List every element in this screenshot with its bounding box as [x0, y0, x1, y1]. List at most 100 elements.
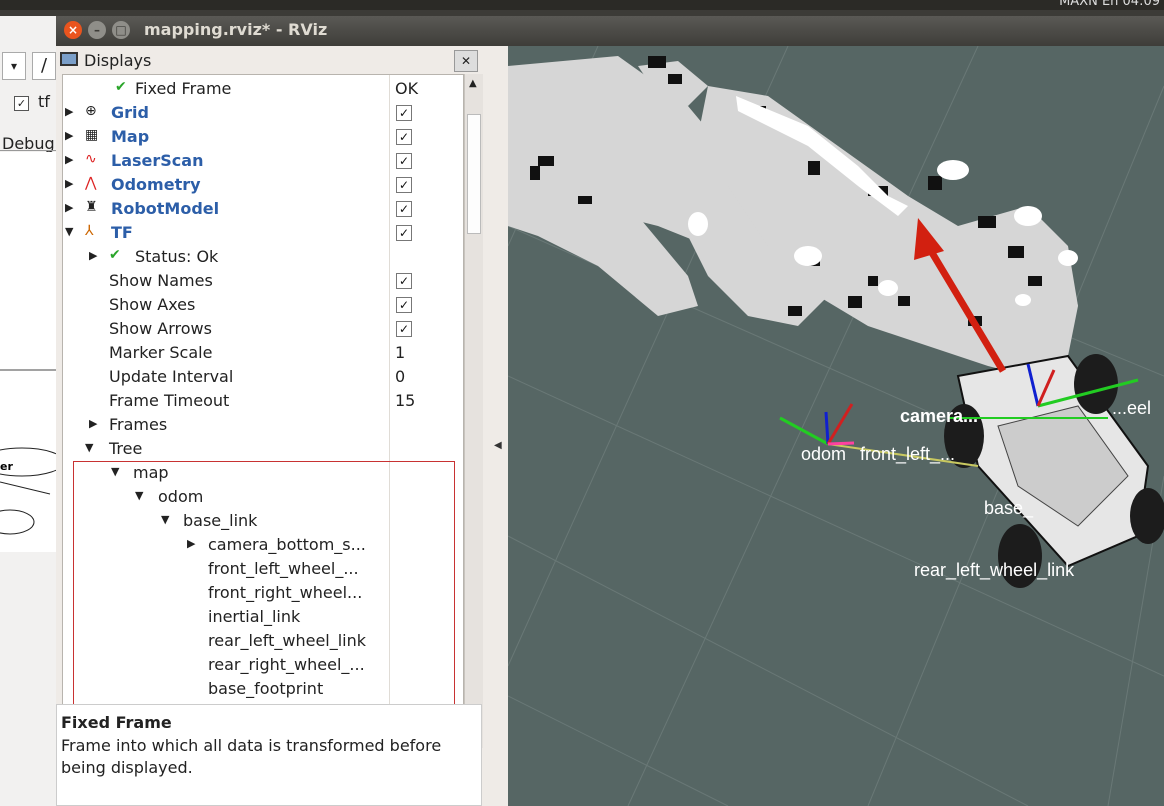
expand-arrow-icon[interactable]: ▶	[65, 153, 73, 166]
row-map[interactable]: ▶ ▦ Map ✓	[63, 125, 463, 148]
frames-label: Frames	[109, 415, 168, 434]
frame-timeout-label: Frame Timeout	[109, 391, 230, 410]
window-minimize-button[interactable]: –	[88, 21, 106, 39]
map-render	[508, 46, 1164, 806]
tf-label: TF	[111, 223, 133, 242]
graph-view: er	[0, 152, 65, 552]
highlight-box	[73, 461, 455, 731]
update-interval-value[interactable]: 0	[395, 367, 405, 386]
collapse-left-icon[interactable]: ◀	[494, 440, 502, 451]
map-checkbox[interactable]: ✓	[396, 129, 412, 145]
row-robotmodel[interactable]: ▶ ♜ RobotModel ✓	[63, 197, 463, 220]
displays-title: Displays	[84, 51, 152, 70]
expand-arrow-icon[interactable]: ▶	[89, 417, 97, 430]
scroll-up-icon[interactable]: ▲	[469, 78, 477, 89]
row-frame-timeout[interactable]: Frame Timeout 15	[63, 389, 463, 412]
odometry-label: Odometry	[111, 175, 201, 194]
show-arrows-checkbox[interactable]: ✓	[396, 321, 412, 337]
tf-checkbox[interactable]: ✓	[14, 96, 29, 111]
tf-icon: ⅄	[85, 223, 94, 239]
displays-header: Displays ✕	[56, 46, 482, 74]
description-box: Fixed Frame Frame into which all data is…	[56, 704, 482, 806]
front-left-frame-label: front_left_...	[860, 444, 956, 464]
map-icon: ▦	[85, 127, 99, 143]
camera-frame-label: camera...	[900, 406, 979, 426]
panel-close-button[interactable]: ✕	[454, 50, 478, 72]
status-label: Status: Ok	[135, 247, 219, 266]
check-ok-icon: ✔	[109, 247, 121, 263]
background-app: ▾ / ✓ tf Debug er	[0, 16, 65, 806]
show-names-label: Show Names	[109, 271, 213, 290]
map-label: Map	[111, 127, 150, 146]
scroll-thumb[interactable]	[467, 114, 481, 234]
top-panel: MAXN En 04:09	[0, 0, 1164, 10]
fixed-frame-label: Fixed Frame	[135, 79, 232, 98]
row-grid[interactable]: ▶ ⊕ Grid ✓	[63, 101, 463, 124]
row-status[interactable]: ▶ ✔ Status: Ok	[63, 245, 463, 268]
window-maximize-button[interactable]: □	[112, 21, 130, 39]
fixed-frame-value[interactable]: OK	[395, 79, 418, 98]
laserscan-label: LaserScan	[111, 151, 204, 170]
laserscan-checkbox[interactable]: ✓	[396, 153, 412, 169]
row-fixed-frame[interactable]: ✔ Fixed Frame OK	[63, 77, 463, 100]
description-body: Frame into which all data is transformed…	[61, 736, 442, 777]
row-update-interval[interactable]: Update Interval 0	[63, 365, 463, 388]
odom-frame-label: odom	[801, 444, 847, 464]
window-title: mapping.rviz* - RViz	[144, 20, 328, 39]
displays-panel: Displays ✕ ✔ Fixed Frame OK ▶ ⊕ Grid ✓ ▶…	[56, 46, 488, 806]
monitor-icon	[60, 52, 78, 66]
rear-left-frame-label: rear_left_wheel_link	[914, 560, 1075, 580]
topic-combo[interactable]: ▾	[2, 52, 26, 80]
expand-arrow-icon[interactable]: ▶	[65, 201, 73, 214]
show-names-checkbox[interactable]: ✓	[396, 273, 412, 289]
marker-scale-value[interactable]: 1	[395, 343, 405, 362]
check-ok-icon: ✔	[115, 79, 127, 95]
marker-scale-label: Marker Scale	[109, 343, 213, 362]
show-axes-label: Show Axes	[109, 295, 196, 314]
svg-text:er: er	[0, 460, 13, 473]
laserscan-icon: ∿	[85, 151, 97, 167]
odometry-checkbox[interactable]: ✓	[396, 177, 412, 193]
wheel-frame-label: ...eel	[1112, 398, 1152, 418]
robotmodel-label: RobotModel	[111, 199, 220, 218]
tf-checkbox[interactable]: ✓	[396, 225, 412, 241]
show-arrows-label: Show Arrows	[109, 319, 212, 338]
expand-arrow-icon[interactable]: ▶	[65, 105, 73, 118]
row-marker-scale[interactable]: Marker Scale 1	[63, 341, 463, 364]
row-tree[interactable]: ▼ Tree	[63, 437, 463, 460]
row-laserscan[interactable]: ▶ ∿ LaserScan ✓	[63, 149, 463, 172]
update-interval-label: Update Interval	[109, 367, 234, 386]
expand-arrow-icon[interactable]: ▶	[65, 129, 73, 142]
description-title: Fixed Frame	[61, 713, 172, 732]
window-titlebar[interactable]: × – □ mapping.rviz* - RViz	[56, 16, 1164, 46]
base-frame-label: base_	[984, 498, 1034, 518]
grid-checkbox[interactable]: ✓	[396, 105, 412, 121]
row-odometry[interactable]: ▶ ⋀ Odometry ✓	[63, 173, 463, 196]
expand-arrow-icon[interactable]: ▶	[89, 249, 97, 262]
row-show-names[interactable]: Show Names ✓	[63, 269, 463, 292]
divider	[0, 150, 56, 151]
tree-scrollbar[interactable]: ▲ ▼	[464, 74, 483, 748]
panel-splitter[interactable]: ◀	[488, 46, 508, 806]
row-show-axes[interactable]: Show Axes ✓	[63, 293, 463, 316]
grid-label: Grid	[111, 103, 149, 122]
row-frames[interactable]: ▶ Frames	[63, 413, 463, 436]
robot-icon: ♜	[85, 199, 98, 215]
grid-icon: ⊕	[85, 103, 97, 119]
robotmodel-checkbox[interactable]: ✓	[396, 201, 412, 217]
tree-label: Tree	[109, 439, 143, 458]
tf-label: tf	[38, 92, 50, 111]
row-tf[interactable]: ▼ ⅄ TF ✓	[63, 221, 463, 244]
odometry-icon: ⋀	[85, 175, 97, 191]
system-tray: MAXN En 04:09	[1059, 0, 1160, 9]
expand-arrow-icon[interactable]: ▶	[65, 177, 73, 190]
row-show-arrows[interactable]: Show Arrows ✓	[63, 317, 463, 340]
collapse-arrow-icon[interactable]: ▼	[65, 225, 73, 238]
frame-timeout-value[interactable]: 15	[395, 391, 415, 410]
3d-viewport[interactable]: odom front_left_... camera... ...eel bas…	[508, 46, 1164, 806]
namespace-field[interactable]: /	[32, 52, 56, 80]
window-close-button[interactable]: ×	[64, 21, 82, 39]
show-axes-checkbox[interactable]: ✓	[396, 297, 412, 313]
collapse-arrow-icon[interactable]: ▼	[85, 441, 93, 454]
displays-tree[interactable]: ✔ Fixed Frame OK ▶ ⊕ Grid ✓ ▶ ▦ Map ✓ ▶ …	[62, 74, 464, 750]
